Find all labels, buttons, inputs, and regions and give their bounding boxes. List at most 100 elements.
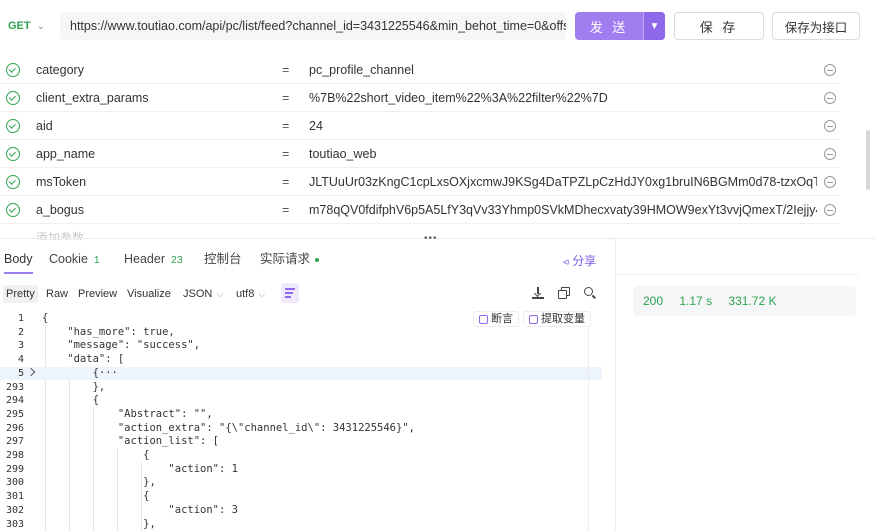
copy-icon[interactable] [558, 287, 570, 299]
param-row: category = pc_profile_channel [0, 56, 840, 84]
line-number: 1 [17, 313, 24, 324]
share-button[interactable]: ⪦ 分享 [563, 252, 596, 269]
param-key[interactable]: msToken [36, 168, 86, 196]
code-text: }, [42, 476, 156, 489]
wrap-lines-icon[interactable] [281, 283, 299, 303]
param-key[interactable]: client_extra_params [36, 84, 149, 112]
tab-cookie[interactable]: Cookie 1 [49, 246, 100, 274]
check-circle-icon[interactable] [6, 203, 20, 217]
method-select[interactable]: GET ⌄ [4, 14, 45, 38]
code-text: "has_more": true, [42, 325, 175, 338]
save-as-api-button[interactable]: 保存为接口 [772, 12, 860, 40]
tab-actual-request[interactable]: 实际请求 [260, 246, 320, 274]
line-number: 5 [17, 367, 24, 379]
extract-icon [529, 314, 538, 324]
response-body-editor[interactable]: 1 { 2 "has_more": true, 3 "message": "suc… [0, 311, 605, 531]
param-key[interactable]: aid [36, 112, 53, 140]
url-input[interactable]: https://www.toutiao.com/api/pc/list/feed… [60, 12, 566, 40]
param-value[interactable]: JLTUuUr03zKngC1cpLxsOXjxcmwJ9KSg4DaTPZLp… [309, 168, 817, 196]
line-number: 298 [5, 450, 24, 461]
format-select[interactable]: JSON ⌵ [180, 285, 226, 303]
code-text: { [42, 312, 49, 324]
line-number: 294 [5, 395, 24, 407]
tab-console[interactable]: 控制台 [204, 246, 242, 274]
drag-handle-icon[interactable]: ••• [424, 234, 438, 244]
share-icon: ⪦ [563, 256, 570, 268]
tab-body[interactable]: Body [4, 246, 33, 274]
tab-header[interactable]: Header 23 [124, 246, 183, 274]
line-number: 302 [5, 504, 24, 516]
check-circle-icon[interactable] [6, 175, 20, 189]
code-text: { [42, 394, 99, 407]
param-key[interactable]: app_name [36, 140, 95, 168]
editor-actions: 断言 提取变量 [473, 311, 591, 327]
remove-circle-icon[interactable] [824, 148, 836, 160]
code-text: "action": 1 [42, 462, 238, 475]
save-button[interactable]: 保 存 [674, 12, 764, 40]
encoding-select[interactable]: utf8 ⌵ [233, 285, 268, 303]
code-text: "action": 3 [42, 503, 238, 516]
cookie-count-badge: 1 [93, 254, 100, 266]
param-equals: = [282, 91, 290, 105]
param-value[interactable]: toutiao_web [309, 140, 817, 168]
code-line: 298 { [0, 449, 602, 463]
remove-circle-icon[interactable] [824, 64, 836, 76]
code-line: 294 { [0, 394, 602, 408]
send-options-button[interactable]: ▼ [643, 12, 665, 40]
code-line: 297 "action_list": [ [0, 435, 602, 449]
code-text: "data": [ [42, 353, 125, 366]
view-pretty-button[interactable]: Pretty [3, 285, 38, 303]
download-icon[interactable] [532, 287, 544, 299]
code-line: 5 {··· [0, 366, 602, 381]
remove-circle-icon[interactable] [824, 120, 836, 132]
extract-variable-button[interactable]: 提取变量 [523, 311, 591, 327]
response-status: 200 1.17 s 331.72 K [633, 286, 856, 316]
param-key[interactable]: a_bogus [36, 196, 84, 224]
check-circle-icon[interactable] [6, 91, 20, 105]
view-preview-button[interactable]: Preview [75, 285, 120, 303]
send-button-group: 发 送 ▼ [575, 12, 665, 40]
view-raw-button[interactable]: Raw [43, 285, 71, 303]
params-table: category = pc_profile_channel client_ext… [0, 56, 840, 224]
param-key[interactable]: category [36, 56, 84, 84]
code-line: 302 "action": 3 [0, 504, 602, 518]
assert-icon [479, 314, 488, 324]
param-value[interactable]: 24 [309, 112, 817, 140]
code-line: 300 }, [0, 476, 602, 490]
send-button[interactable]: 发 送 [575, 12, 643, 40]
param-equals: = [282, 119, 290, 133]
tab-cookie-label: Cookie [49, 252, 88, 266]
check-circle-icon[interactable] [6, 147, 20, 161]
line-number: 4 [17, 354, 24, 366]
code-text: "Abstract": "", [42, 407, 213, 420]
code-text: { [42, 449, 150, 461]
remove-circle-icon[interactable] [824, 92, 836, 104]
search-icon[interactable] [584, 287, 596, 299]
param-equals: = [282, 63, 290, 77]
share-label: 分享 [572, 254, 597, 268]
view-visualize-button[interactable]: Visualize [124, 285, 174, 303]
tab-console-label: 控制台 [204, 252, 242, 266]
method-label: GET [8, 20, 31, 32]
view-toolbar: Pretty Raw Preview Visualize JSON ⌵ utf8 ⌵ [0, 282, 605, 306]
code-line: 303 }, [0, 518, 602, 531]
remove-circle-icon[interactable] [824, 204, 836, 216]
param-row: msToken = JLTUuUr03zKngC1cpLxsOXjxcmwJ9K… [0, 168, 840, 196]
assert-button[interactable]: 断言 [473, 311, 519, 327]
param-value[interactable]: %7B%22short_video_item%22%3A%22filter%22… [309, 84, 817, 112]
code-line: 4 "data": [ [0, 353, 602, 367]
param-value[interactable]: m78qQV0fdifphV6p5A5LfY3qVv33Yhmp0SVkMDhe… [309, 196, 817, 224]
param-value[interactable]: pc_profile_channel [309, 56, 817, 84]
editor-scrollbar[interactable] [588, 311, 589, 531]
tab-body-label: Body [4, 252, 33, 266]
param-equals: = [282, 147, 290, 161]
check-circle-icon[interactable] [6, 63, 20, 77]
line-number: 2 [17, 326, 24, 338]
line-number: 301 [5, 491, 24, 503]
remove-circle-icon[interactable] [824, 176, 836, 188]
params-scrollbar[interactable] [866, 130, 870, 190]
code-line: 3 "message": "success", [0, 339, 602, 353]
line-number: 295 [5, 408, 24, 420]
param-equals: = [282, 203, 290, 217]
check-circle-icon[interactable] [6, 119, 20, 133]
